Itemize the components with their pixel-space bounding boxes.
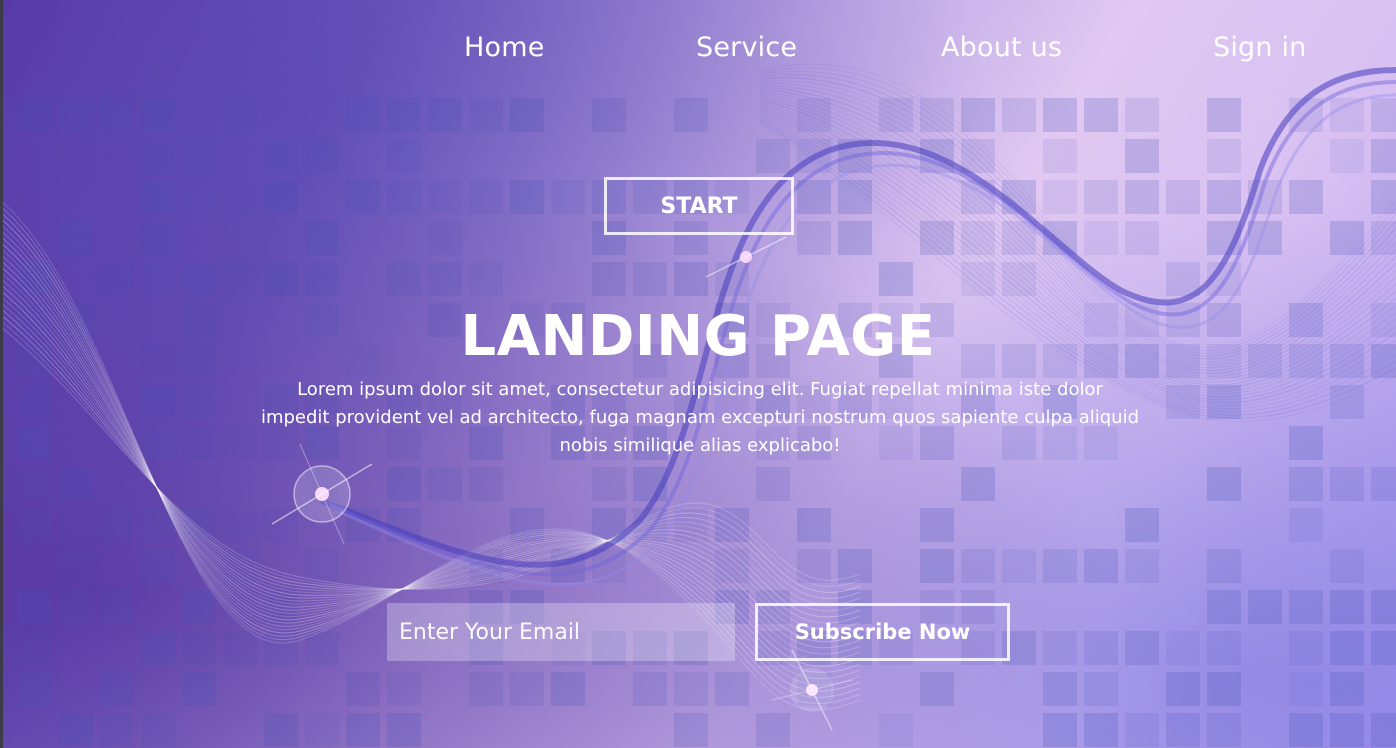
window-edge (0, 0, 3, 748)
landing-page: Home Service About us Sign in START LAND… (0, 0, 1396, 748)
top-navigation: Home Service About us Sign in (0, 32, 1396, 72)
nav-home-link[interactable]: Home (464, 32, 545, 63)
nav-about-link[interactable]: About us (941, 32, 1062, 63)
page-title: LANDING PAGE (460, 304, 936, 369)
hero-description: Lorem ipsum dolor sit amet, consectetur … (260, 379, 1140, 456)
nav-signin-link[interactable]: Sign in (1213, 32, 1307, 63)
start-button[interactable]: START (604, 177, 794, 235)
email-input[interactable] (387, 603, 735, 661)
subscribe-button[interactable]: Subscribe Now (755, 603, 1010, 661)
nav-service-link[interactable]: Service (696, 32, 797, 63)
